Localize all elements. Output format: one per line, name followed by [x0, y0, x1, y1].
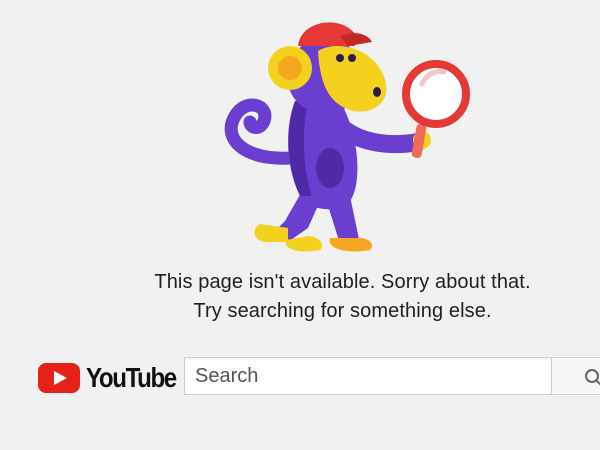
search-box: [184, 357, 552, 395]
search-input[interactable]: [185, 358, 551, 394]
youtube-logo-text: YouTube: [86, 362, 177, 393]
youtube-play-icon: [38, 363, 80, 393]
search-icon: [585, 369, 600, 386]
monkey-illustration: [224, 22, 470, 252]
youtube-logo[interactable]: YouTube: [38, 360, 190, 396]
monkey-arm: [329, 115, 427, 154]
error-message-line-1: This page isn't available. Sorry about t…: [154, 271, 531, 293]
error-message-line-2: Try searching for something else.: [193, 300, 492, 322]
monkey-front-leg: [325, 196, 360, 244]
search-button[interactable]: [552, 357, 600, 395]
error-message: This page isn't available. Sorry about t…: [0, 268, 600, 326]
error-page: This page isn't available. Sorry about t…: [0, 0, 600, 450]
